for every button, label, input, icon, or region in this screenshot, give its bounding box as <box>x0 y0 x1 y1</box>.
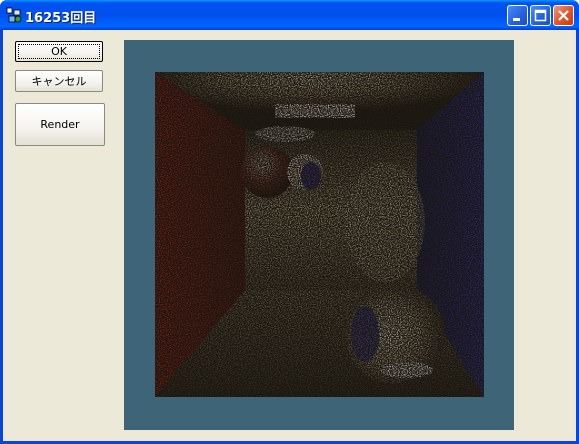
window-title: 16253回目 <box>25 11 97 26</box>
render-button[interactable]: Render <box>15 103 105 146</box>
cancel-button[interactable]: キャンセル <box>15 70 103 92</box>
cancel-button-label: キャンセル <box>31 75 87 88</box>
minimize-icon <box>513 18 520 21</box>
close-button[interactable] <box>553 5 574 26</box>
render-image <box>155 72 484 397</box>
ok-button[interactable]: OK <box>15 41 103 62</box>
maximize-button[interactable] <box>530 5 551 26</box>
main-window: 16253回目 OK キャンセル Render <box>0 0 579 444</box>
app-icon <box>6 7 22 23</box>
render-panel <box>124 40 514 430</box>
dialog-client-area: OK キャンセル Render <box>3 30 576 441</box>
minimize-button[interactable] <box>507 5 528 26</box>
render-button-label: Render <box>40 118 80 131</box>
maximize-icon <box>534 9 547 22</box>
focus-rectangle <box>18 44 100 59</box>
close-icon <box>558 10 569 21</box>
title-bar[interactable]: 16253回目 <box>0 0 579 30</box>
